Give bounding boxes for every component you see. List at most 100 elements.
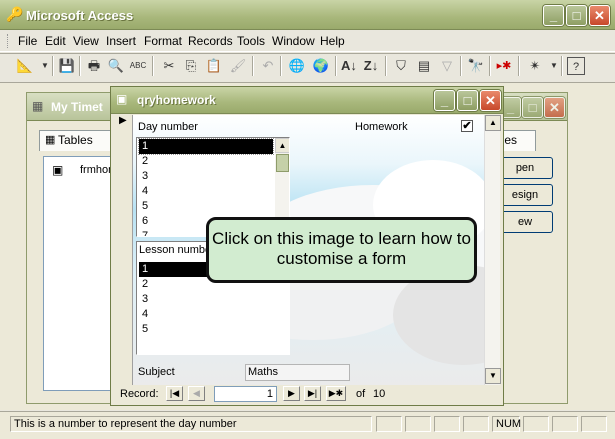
tab-tables-label: Tables	[58, 133, 93, 147]
sort-descending-icon[interactable]: Z↓	[362, 57, 380, 75]
new-record-nav-button[interactable]: ▶✱	[326, 386, 346, 401]
new-button[interactable]: ew	[497, 211, 553, 233]
new-object-icon[interactable]: ✴	[526, 57, 544, 75]
database-window-title: My Timet	[51, 100, 103, 114]
print-preview-icon[interactable]: 🔍	[107, 57, 125, 75]
database-icon: ▦	[32, 99, 44, 113]
apply-filter-icon[interactable]: ▽	[438, 57, 456, 75]
scroll-up-button[interactable]: ▲	[275, 138, 289, 153]
status-indicator	[405, 416, 431, 432]
access-key-icon: 🔑	[6, 6, 24, 22]
subject-field[interactable]: Maths	[245, 364, 350, 381]
filter-by-form-icon[interactable]: ▤	[415, 57, 433, 75]
spelling-icon[interactable]: ABC	[129, 57, 147, 75]
cut-icon[interactable]: ✂	[160, 57, 178, 75]
menu-help[interactable]: Help	[320, 34, 345, 48]
sort-ascending-icon[interactable]: A↓	[340, 57, 358, 75]
list-item[interactable]: 2	[139, 154, 273, 169]
close-button[interactable]: ✕	[589, 5, 610, 26]
app-title: Microsoft Access	[26, 8, 134, 23]
menu-window[interactable]: Window	[272, 34, 315, 48]
menu-format[interactable]: Format	[144, 34, 182, 48]
filter-by-selection-icon[interactable]: ⛉	[392, 57, 410, 75]
list-item-text: 3	[142, 170, 149, 182]
list-item-text: 2	[142, 278, 149, 290]
db-maximize-button[interactable]: □	[522, 97, 543, 118]
open-button[interactable]: pen	[497, 157, 553, 179]
find-icon[interactable]: 🔭	[467, 57, 485, 75]
status-indicator	[523, 416, 549, 432]
lesson-number-label: Lesson numbe	[139, 244, 212, 256]
subject-value: Maths	[248, 366, 278, 378]
scroll-down-button[interactable]: ▼	[485, 368, 501, 384]
new-record-icon[interactable]: ▸✱	[495, 57, 513, 75]
status-indicator	[463, 416, 489, 432]
db-close-button[interactable]: ✕	[544, 97, 565, 118]
minimize-button[interactable]: _	[543, 5, 564, 26]
help-icon[interactable]: ?	[567, 57, 585, 75]
list-item[interactable]: 5	[139, 199, 273, 214]
list-item[interactable]: 3	[139, 169, 273, 184]
list-item-text: 1	[142, 263, 149, 275]
customise-form-callout[interactable]: Click on this image to learn how to cust…	[206, 217, 477, 283]
view-icon[interactable]: 📐	[16, 57, 34, 75]
paste-icon[interactable]: 📋	[205, 57, 223, 75]
num-lock-indicator: NUM	[492, 416, 521, 432]
record-selector[interactable]: ▶	[115, 115, 133, 385]
form-close-button[interactable]: ✕	[480, 90, 501, 111]
scroll-up-button[interactable]: ▲	[485, 115, 501, 131]
save-icon[interactable]: 💾	[58, 57, 76, 75]
list-item-text: 2	[142, 155, 149, 167]
list-item-text: 6	[142, 215, 149, 227]
menu-insert[interactable]: Insert	[106, 34, 136, 48]
callout-text: Click on this image to learn how to cust…	[212, 229, 471, 268]
status-indicator	[581, 416, 607, 432]
scroll-thumb[interactable]	[276, 154, 289, 172]
menu-records[interactable]: Records	[188, 34, 233, 48]
design-button[interactable]: esign	[497, 184, 553, 206]
toolbar-separator	[518, 56, 520, 76]
list-item[interactable]: 4	[139, 184, 273, 199]
menu-edit[interactable]: Edit	[45, 34, 66, 48]
form-title-bar: ▣ qryhomework _ □ ✕	[111, 87, 503, 114]
insert-hyperlink-icon[interactable]: 🌐	[288, 57, 306, 75]
status-indicator	[376, 416, 402, 432]
new-button-label: ew	[517, 216, 533, 228]
previous-record-button[interactable]: ◀	[188, 386, 205, 401]
copy-icon[interactable]: ⎘	[182, 57, 200, 75]
form-vertical-scrollbar[interactable]: ▲ ▼	[484, 115, 501, 385]
list-item[interactable]: 4	[139, 307, 273, 322]
menu-grip	[7, 34, 10, 48]
format-painter-icon[interactable]: 🖌	[229, 57, 247, 75]
web-toolbar-icon[interactable]: 🌍	[312, 57, 330, 75]
menu-view[interactable]: View	[73, 34, 99, 48]
toolbar-separator	[152, 56, 154, 76]
record-number-value: 1	[266, 388, 273, 400]
toolbar-separator	[280, 56, 282, 76]
menu-tools[interactable]: Tools	[237, 34, 265, 48]
last-record-button[interactable]: ▶|	[304, 386, 321, 401]
day-number-label: Day number	[138, 121, 198, 133]
homework-checkbox[interactable]: ✔	[461, 120, 473, 132]
list-item[interactable]: 5	[139, 322, 273, 337]
maximize-button[interactable]: □	[566, 5, 587, 26]
form-minimize-button[interactable]: _	[434, 90, 455, 111]
next-record-button[interactable]: ▶	[283, 386, 300, 401]
form-maximize-button[interactable]: □	[457, 90, 478, 111]
status-indicator	[434, 416, 460, 432]
list-item-text: 7	[142, 230, 149, 237]
record-number-input[interactable]: 1	[214, 386, 277, 402]
first-record-button[interactable]: |◀	[166, 386, 183, 401]
undo-icon[interactable]: ↶	[259, 57, 277, 75]
form-title: qryhomework	[137, 93, 216, 107]
list-item-text: 3	[142, 293, 149, 305]
design-button-label: esign	[511, 189, 539, 201]
toolbar-separator	[335, 56, 337, 76]
status-indicator	[552, 416, 578, 432]
list-item[interactable]: 3	[139, 292, 273, 307]
menu-file[interactable]: File	[18, 34, 37, 48]
homework-label: Homework	[355, 121, 408, 133]
tab-tables[interactable]: ▦ Tables	[39, 130, 119, 151]
print-icon[interactable]: 🖶	[85, 57, 103, 75]
list-item[interactable]: 1	[138, 138, 274, 155]
